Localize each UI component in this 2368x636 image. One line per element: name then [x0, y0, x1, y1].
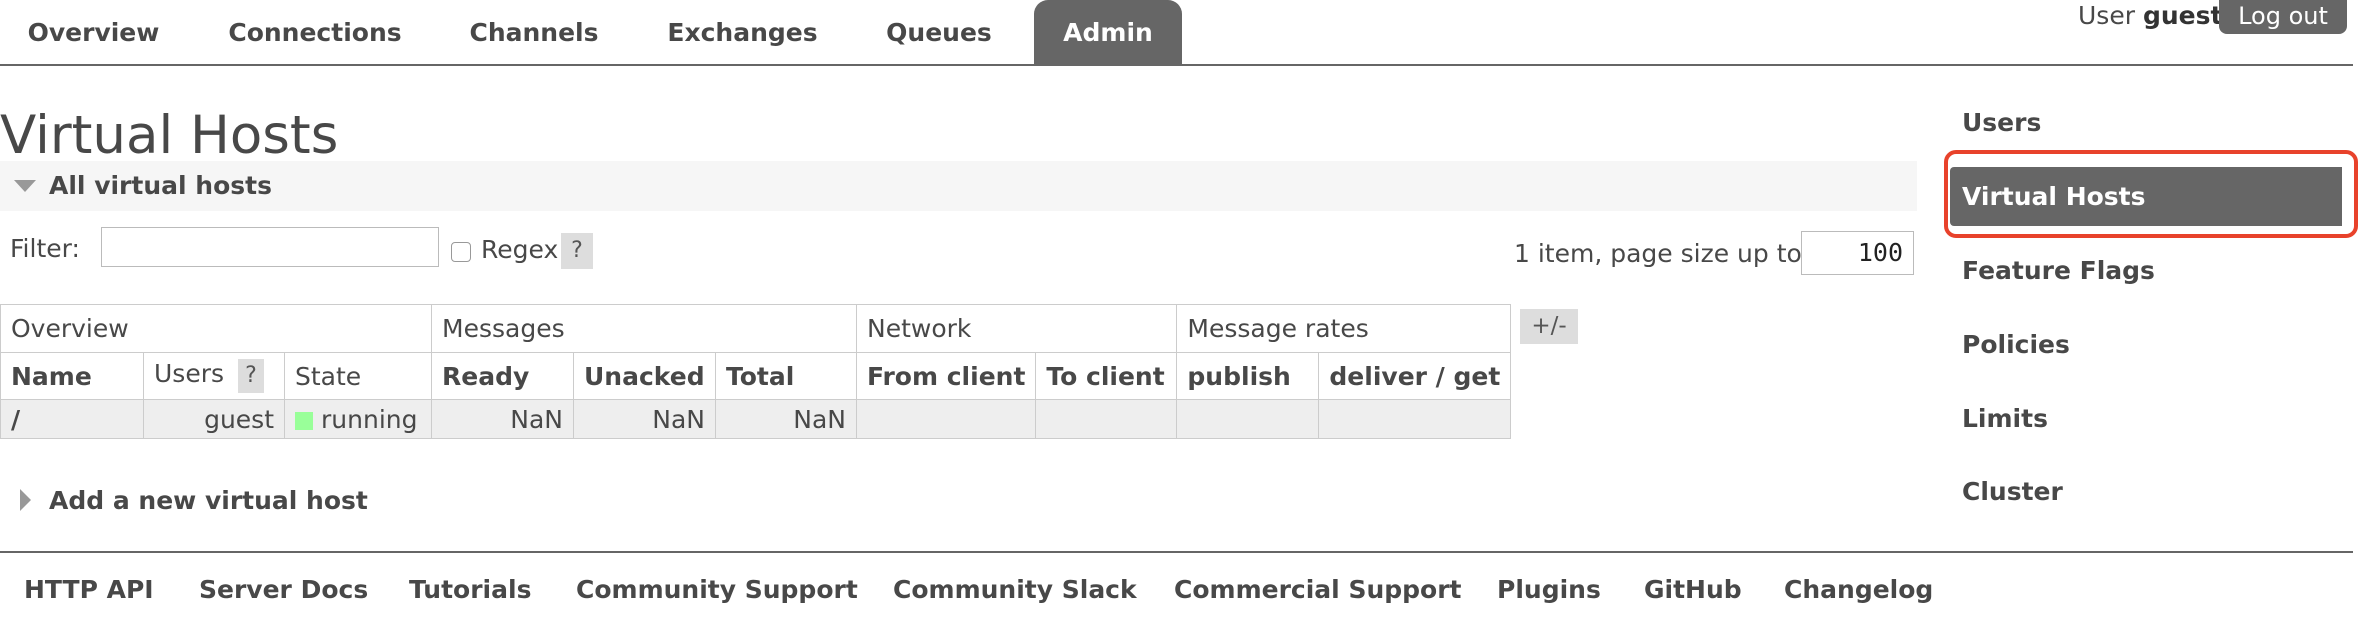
column-users[interactable]: Users ? — [143, 352, 285, 400]
vhost-name-link[interactable]: / — [0, 399, 144, 439]
column-ready[interactable]: Ready — [431, 352, 574, 400]
footer: HTTP API Server Docs Tutorials Community… — [0, 551, 2353, 623]
group-header-message-rates: Message rates — [1176, 304, 1512, 353]
table-row: / guest running NaN NaN NaN — [0, 399, 1512, 439]
virtual-hosts-table: Overview Messages Network Message rates … — [0, 304, 1512, 439]
vhost-deliver-get — [1318, 399, 1512, 439]
footer-link-tutorials[interactable]: Tutorials — [409, 575, 531, 604]
footer-link-http-api[interactable]: HTTP API — [24, 575, 154, 604]
vhost-ready: NaN — [431, 399, 574, 439]
tab-exchanges[interactable]: Exchanges — [650, 0, 835, 64]
footer-link-server-docs[interactable]: Server Docs — [199, 575, 368, 604]
sidemenu-item-limits[interactable]: Limits — [1962, 404, 2048, 433]
footer-link-changelog[interactable]: Changelog — [1784, 575, 1933, 604]
sidemenu-item-feature-flags[interactable]: Feature Flags — [1962, 256, 2155, 285]
user-info: User guest — [2078, 0, 2222, 36]
page-title: Virtual Hosts — [0, 105, 339, 166]
tab-overview[interactable]: Overview — [0, 0, 187, 64]
top-navigation: Overview Connections Channels Exchanges … — [0, 0, 2353, 66]
all-vhosts-section-header[interactable]: All virtual hosts — [0, 161, 1917, 211]
footer-link-community-slack[interactable]: Community Slack — [893, 575, 1137, 604]
group-header-network: Network — [855, 304, 1178, 353]
vhost-users: guest — [143, 399, 285, 439]
column-state[interactable]: State — [284, 352, 432, 400]
vhost-total: NaN — [715, 399, 857, 439]
column-unacked[interactable]: Unacked — [573, 352, 716, 400]
collapse-caret-icon — [14, 180, 36, 192]
vhost-to-client — [1035, 399, 1178, 439]
vhost-state-label: running — [321, 404, 418, 434]
sidemenu-item-virtual-hosts[interactable]: Virtual Hosts — [1950, 167, 2342, 226]
filter-label: Filter: — [10, 234, 80, 263]
add-vhost-title: Add a new virtual host — [49, 486, 368, 515]
group-header-messages: Messages — [431, 304, 857, 353]
footer-link-github[interactable]: GitHub — [1644, 575, 1742, 604]
regex-label: Regex — [481, 235, 559, 264]
sidemenu-item-policies[interactable]: Policies — [1962, 330, 2070, 359]
column-publish[interactable]: publish — [1176, 352, 1320, 400]
sidemenu-item-users[interactable]: Users — [1962, 108, 2041, 137]
user-name: guest — [2142, 1, 2223, 30]
tab-channels[interactable]: Channels — [449, 0, 619, 64]
column-total[interactable]: Total — [715, 352, 857, 400]
logout-button[interactable]: Log out — [2219, 0, 2347, 34]
group-header-overview: Overview — [0, 304, 432, 353]
column-to-client[interactable]: To client — [1035, 352, 1178, 400]
regex-help-button[interactable]: ? — [561, 233, 593, 269]
paging-text: 1 item, page size up to — [1514, 239, 1802, 268]
page-size-input[interactable]: 100 — [1801, 231, 1914, 275]
toggle-columns-button[interactable]: +/- — [1520, 309, 1578, 344]
vhost-state: running — [284, 399, 432, 439]
add-vhost-section-header[interactable]: Add a new virtual host — [0, 481, 900, 521]
tab-queues[interactable]: Queues — [864, 0, 1014, 64]
sidemenu-item-cluster[interactable]: Cluster — [1962, 477, 2063, 506]
tab-connections[interactable]: Connections — [212, 0, 418, 64]
column-name[interactable]: Name — [0, 352, 144, 400]
column-users-label: Users — [154, 359, 225, 388]
regex-checkbox[interactable] — [451, 242, 471, 262]
footer-link-community-support[interactable]: Community Support — [576, 575, 858, 604]
section-title: All virtual hosts — [49, 171, 272, 200]
expand-caret-icon — [20, 489, 31, 511]
column-deliver-get[interactable]: deliver / get — [1318, 352, 1512, 400]
users-help-button[interactable]: ? — [237, 359, 264, 393]
filter-input[interactable] — [101, 227, 439, 267]
vhost-publish — [1176, 399, 1320, 439]
vhost-from-client — [855, 399, 1037, 439]
user-prefix: User — [2078, 1, 2135, 30]
tab-admin[interactable]: Admin — [1034, 0, 1182, 64]
column-from-client[interactable]: From client — [855, 352, 1037, 400]
footer-link-plugins[interactable]: Plugins — [1497, 575, 1601, 604]
vhost-unacked: NaN — [573, 399, 716, 439]
running-status-icon — [295, 411, 313, 430]
footer-link-commercial-support[interactable]: Commercial Support — [1174, 575, 1462, 604]
